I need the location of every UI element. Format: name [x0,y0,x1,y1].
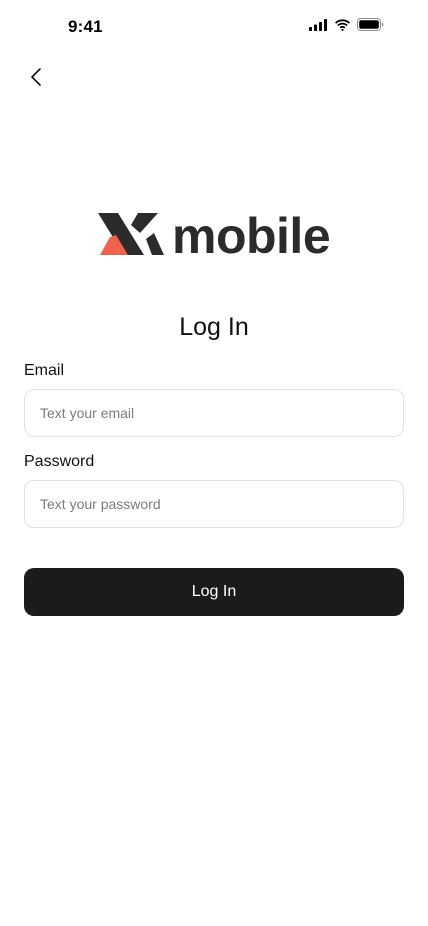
status-time: 9:41 [68,17,103,36]
x-logo-mark-icon [98,209,164,259]
chevron-left-icon [29,67,43,92]
password-field[interactable] [24,480,404,528]
email-field[interactable] [24,389,404,437]
status-icons [309,18,384,31]
page-title: Log In [179,313,249,341]
cellular-signal-icon [309,18,328,31]
logo-wordmark: mobile [172,208,331,264]
login-screen: 9:41 mobile Log In Email Text your email… [0,0,428,926]
wifi-icon [334,18,351,31]
status-bar: 9:41 [0,0,428,54]
email-label: Email [24,362,65,379]
brand-logo: mobile [98,206,338,262]
battery-icon [357,18,384,31]
login-button[interactable]: Log In [24,568,404,616]
back-button[interactable] [22,64,50,94]
password-label: Password [24,453,95,470]
